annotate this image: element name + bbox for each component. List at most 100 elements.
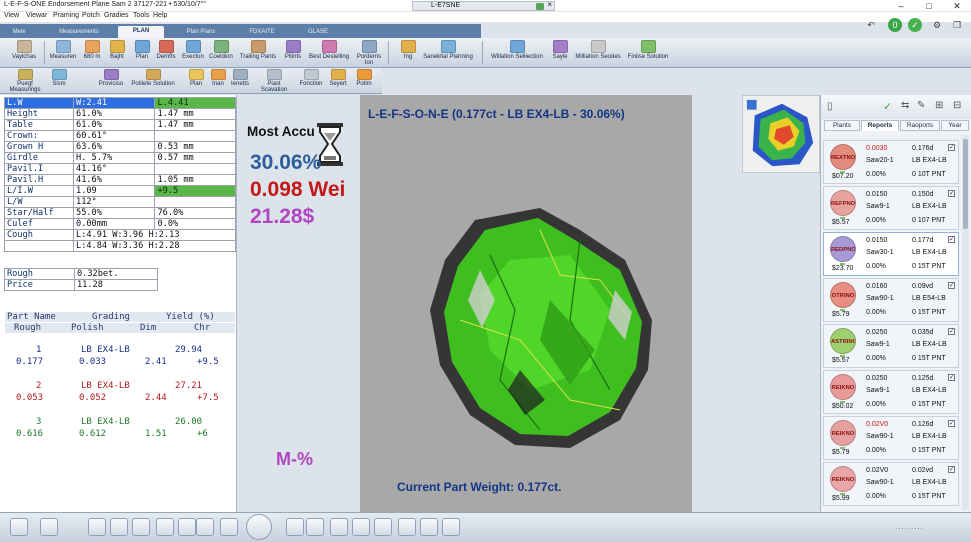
- settings-icon[interactable]: ⚙: [930, 18, 944, 32]
- check-icon[interactable]: ✓: [908, 18, 922, 32]
- tab-year[interactable]: Year: [941, 120, 969, 131]
- report-checkbox[interactable]: ✓: [948, 282, 955, 289]
- zoom-out-icon[interactable]: [306, 518, 324, 536]
- profile-icon[interactable]: [352, 518, 370, 536]
- report-card[interactable]: REIKNO $50.02 0.0250 Saw9-1 0.00% 0.125d LB EX…: [823, 370, 959, 414]
- ribbon-sanektial-planning-button[interactable]: Sanektial Planning: [422, 40, 474, 66]
- sliders-icon[interactable]: [40, 518, 58, 536]
- document-tab[interactable]: L-E7SNE ×: [412, 1, 555, 11]
- report-checkbox[interactable]: ✓: [948, 236, 955, 243]
- ribbon-best-destelling-button[interactable]: Best Destelling: [307, 40, 351, 66]
- menu-view[interactable]: View: [4, 12, 19, 19]
- tray-icon[interactable]: [374, 518, 392, 536]
- stone-model[interactable]: [420, 200, 660, 455]
- cube-icon[interactable]: [196, 518, 214, 536]
- reports-scrollbar[interactable]: [962, 135, 969, 510]
- report-checkbox[interactable]: ✓: [948, 420, 955, 427]
- toolbar-seyert-button[interactable]: Seyert: [328, 69, 348, 95]
- menu-tools[interactable]: Tools: [133, 12, 149, 19]
- table-icon[interactable]: [442, 518, 460, 536]
- ribbon-trailing-pants-button[interactable]: Trailing Pants: [236, 40, 280, 66]
- report-checkbox[interactable]: ✓: [948, 466, 955, 473]
- status-ok-icon[interactable]: 0: [888, 18, 902, 32]
- swap-icon[interactable]: ⇆: [901, 100, 909, 111]
- scroll-thumb[interactable]: [963, 139, 968, 229]
- undo-icon[interactable]: ↶: [864, 18, 878, 32]
- grid-icon[interactable]: [398, 518, 416, 536]
- report-card[interactable]: OTRINO $5.79 0.0160 Saw90-1 0.00% 0.09vd LB E5…: [823, 278, 959, 322]
- minimize-icon[interactable]: –: [890, 0, 912, 12]
- heatmap-thumbnail[interactable]: [742, 95, 820, 173]
- copy-icon[interactable]: ▯: [827, 101, 833, 112]
- tab-plan-plans[interactable]: Plan Plans: [172, 27, 230, 38]
- ribbon-willation-selliection-button[interactable]: Willation Selliection: [487, 40, 547, 66]
- tab-close-icon[interactable]: ×: [547, 1, 552, 9]
- report-checkbox[interactable]: ✓: [948, 190, 955, 197]
- ribbon-plan-button[interactable]: Plan: [131, 40, 153, 66]
- gem-icon[interactable]: [132, 518, 150, 536]
- report-checkbox[interactable]: ✓: [948, 328, 955, 335]
- image-icon[interactable]: [420, 518, 438, 536]
- toolbar-ienetts-button[interactable]: Ienetts: [230, 69, 250, 95]
- circle-icon[interactable]: [88, 518, 106, 536]
- tab-plan[interactable]: PLAN: [118, 26, 164, 38]
- toolbar-potim-button[interactable]: Potim: [352, 69, 376, 95]
- crosshair-icon[interactable]: [156, 518, 174, 536]
- split-icon[interactable]: [220, 518, 238, 536]
- report-card[interactable]: REIKNO $5.79 0.02V0 Saw90-1 0.00% 0.126d LB EX…: [823, 416, 959, 460]
- report-card[interactable]: REDPNO $23.70 0.0150 Saw30-1 0.00% 0.177d LB E…: [823, 232, 959, 276]
- menu-potch[interactable]: Potch: [82, 12, 100, 19]
- report-card[interactable]: REIKNO $5.99 0.02V0 Saw90-1 0.00% 0.02vd LB EX…: [823, 462, 959, 506]
- menu-gradies[interactable]: Gradies: [104, 12, 129, 19]
- ribbon-measuren-button[interactable]: Measuren: [48, 40, 78, 66]
- zoom-in-icon[interactable]: [286, 518, 304, 536]
- branch-icon[interactable]: ⊞: [935, 100, 943, 111]
- layers-icon[interactable]: [178, 518, 196, 536]
- diamond-icon[interactable]: [110, 518, 128, 536]
- tab-fdxaite[interactable]: FDXAITE: [238, 27, 286, 38]
- ribbon-porderns-ion-button[interactable]: Porderns Ion: [352, 40, 386, 66]
- report-checkbox[interactable]: ✓: [948, 374, 955, 381]
- toolbar-plan-button[interactable]: Plan: [188, 69, 204, 95]
- tab-measurements[interactable]: Measurements: [48, 27, 110, 38]
- toolbar-sism-button[interactable]: Sism: [50, 69, 68, 95]
- ribbon-vaylchas-button[interactable]: Vaylchas: [4, 40, 44, 66]
- report-card[interactable]: REFPNO $5.57 0.0150 Saw9-1 0.00% 0.150d LB EX4…: [823, 186, 959, 230]
- toolbar-puegf-measurings-button[interactable]: Puegf Measurings: [4, 69, 46, 95]
- restore-icon[interactable]: ❐: [950, 18, 964, 32]
- toolbar-inan-button[interactable]: Inan: [210, 69, 226, 95]
- report-card[interactable]: REXTNO $07.20 0.0030 Saw20-1 0.00% 0.176d LB E…: [823, 140, 959, 184]
- menu-help[interactable]: Help: [153, 12, 167, 19]
- tab-mew[interactable]: Mew: [4, 27, 34, 38]
- check-icon[interactable]: ✓: [883, 100, 892, 113]
- report-checkbox[interactable]: ✓: [948, 144, 955, 151]
- toolbar-potiiete-solution-button[interactable]: Potiiete Solution: [128, 69, 178, 95]
- maximize-icon[interactable]: □: [918, 0, 940, 12]
- shape-icon[interactable]: [10, 518, 28, 536]
- export-icon[interactable]: ⊟: [953, 100, 961, 111]
- ribbon-ing-button[interactable]: Ing: [398, 40, 418, 66]
- ribbon-demfts-button[interactable]: Demfts: [154, 40, 178, 66]
- ribbon-pitints-button[interactable]: Pitints: [282, 40, 304, 66]
- ribbon-milliation-seodes-button[interactable]: Milliation Seodes: [574, 40, 622, 66]
- close-icon[interactable]: ✕: [946, 0, 968, 12]
- menu-viewar[interactable]: Viewar: [26, 12, 47, 19]
- ribbon-finiise-solution-button[interactable]: Finiise Solution: [624, 40, 672, 66]
- ribbon-exectun-button[interactable]: Exectun: [180, 40, 206, 66]
- ribbon-680-m-button[interactable]: 680 m: [80, 40, 104, 66]
- ribbon-bajht-button[interactable]: Bajht: [105, 40, 129, 66]
- orbit-icon[interactable]: [246, 514, 272, 540]
- ribbon-sayle-button[interactable]: Sayle: [549, 40, 571, 66]
- tab-plants[interactable]: Plants: [824, 120, 860, 131]
- tab-raoports[interactable]: Raoports: [900, 120, 940, 131]
- toolbar-proviciso-button[interactable]: Proviciso: [96, 69, 126, 95]
- tab-glase[interactable]: GLASE: [296, 27, 340, 38]
- mountain-icon[interactable]: [330, 518, 348, 536]
- report-card[interactable]: ASTRINO $5.57 0.0250 Saw9-1 0.00% 0.035d LB EX…: [823, 324, 959, 368]
- ribbon-coeldion-button[interactable]: Coeldion: [207, 40, 235, 66]
- toolbar-piast-scavation-button[interactable]: Piast Scavation: [254, 69, 294, 95]
- menu-praming[interactable]: Praming: [53, 12, 79, 19]
- tab-reports[interactable]: Reports: [861, 120, 899, 131]
- pin-icon[interactable]: ✎: [917, 100, 925, 111]
- toolbar-fonction-button[interactable]: Fonction: [298, 69, 324, 95]
